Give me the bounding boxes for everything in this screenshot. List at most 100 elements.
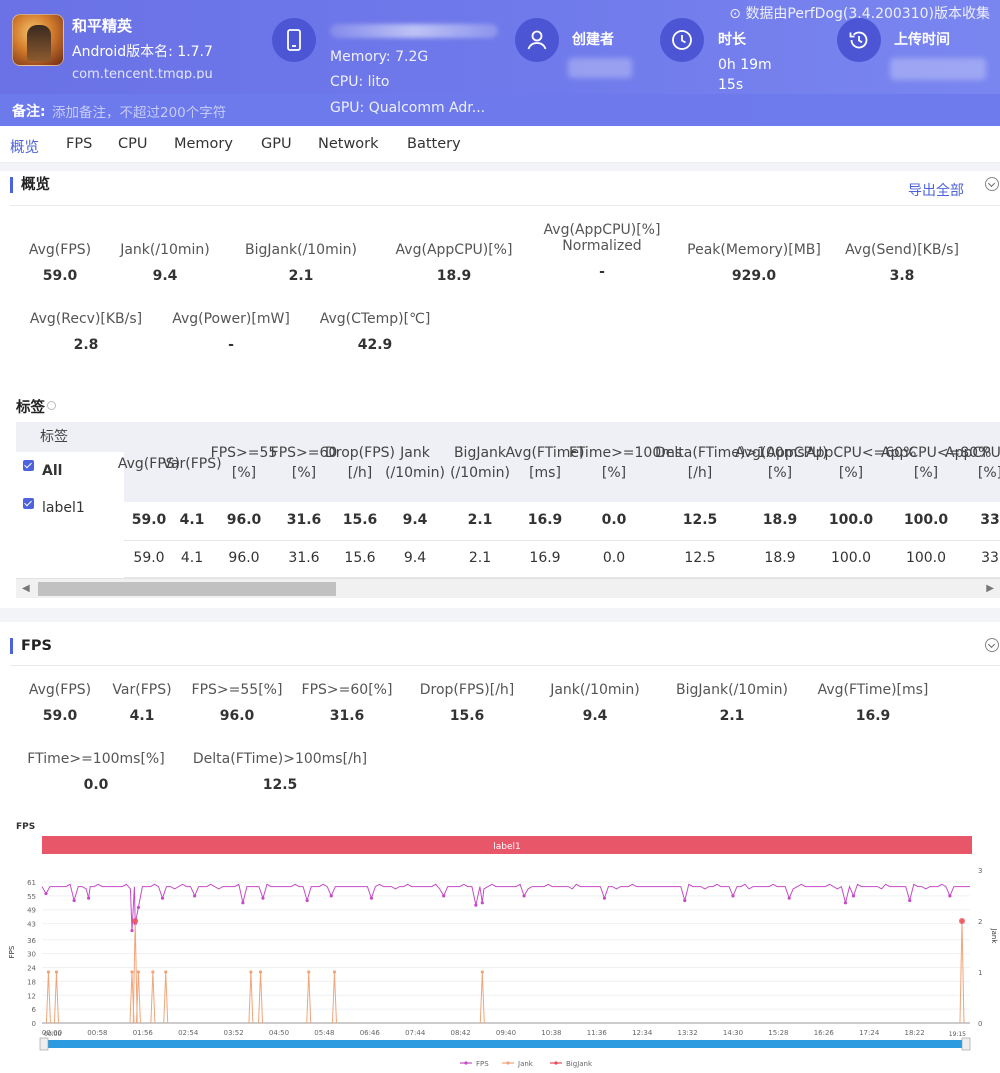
fps-point bbox=[261, 896, 265, 900]
x-tick-label: 11:36 bbox=[587, 1029, 608, 1037]
fps-point bbox=[160, 896, 165, 900]
tab-memory[interactable]: Memory bbox=[174, 136, 233, 152]
table-cell: 100.0 bbox=[905, 550, 947, 566]
jank-point bbox=[258, 970, 263, 974]
metric-label: FTime>=100ms[%] bbox=[27, 751, 165, 767]
phone-icon bbox=[272, 18, 316, 62]
jank-point bbox=[307, 970, 311, 974]
metric-label: Delta(FTime)>100ms[/h] bbox=[192, 751, 368, 767]
jank-point bbox=[130, 970, 134, 974]
fps-point bbox=[683, 898, 687, 903]
tab-gpu[interactable]: GPU bbox=[261, 136, 292, 152]
checkbox-label1[interactable] bbox=[23, 498, 34, 509]
y-tick-label: 36 bbox=[27, 937, 36, 945]
fps-point bbox=[948, 894, 952, 898]
tab-network[interactable]: Network bbox=[318, 136, 379, 152]
table-cell: 100.0 bbox=[828, 512, 874, 528]
y2-tick-label: 0 bbox=[978, 1020, 982, 1028]
y-tick-label: 43 bbox=[27, 921, 36, 929]
y-tick-label: 24 bbox=[27, 965, 36, 973]
note-input[interactable]: 添加备注，不超过200个字符 bbox=[52, 101, 226, 121]
metric-value: 12.5 bbox=[262, 777, 298, 793]
fps-chart: FPSlabel1061218243036434955610123FPSJank… bbox=[8, 822, 998, 1068]
tab-cpu[interactable]: CPU bbox=[118, 136, 147, 152]
x-tick-label: 01:56 bbox=[133, 1029, 154, 1037]
table-column-header-line: Delta(FTime)>100ms bbox=[655, 445, 805, 461]
history-icon bbox=[837, 18, 881, 62]
section-gap bbox=[0, 608, 1000, 622]
y2-tick-label: 2 bbox=[978, 918, 982, 926]
table-column-header[interactable]: AppCPU<=% [%] bbox=[945, 443, 1000, 483]
table-column-header[interactable]: FTime>=100ms [%] bbox=[569, 443, 682, 483]
x-tick-label: 04:50 bbox=[269, 1029, 289, 1037]
scroll-left-icon[interactable]: ◀ bbox=[22, 583, 30, 594]
x-tick-label: 03:52 bbox=[224, 1029, 244, 1037]
table-column-header[interactable]: Delta(FTime)>100ms [/h] bbox=[655, 443, 805, 483]
report-header: 和平精英 Android版本名: 1.7.7 com.tencent.tmgp.… bbox=[0, 0, 1000, 126]
x-tick-label: 02:54 bbox=[178, 1029, 199, 1037]
jank-point bbox=[332, 970, 337, 974]
label-bar-text: label1 bbox=[493, 842, 521, 852]
duration-value: 0h 19m bbox=[718, 57, 772, 73]
slider-start-label: 00:00 bbox=[44, 1031, 61, 1038]
fps-point bbox=[369, 896, 374, 900]
metric-label: Avg(Send)[KB/s] bbox=[845, 242, 959, 258]
collapse-fps-icon[interactable] bbox=[985, 638, 999, 652]
creator-blurred bbox=[568, 58, 632, 78]
jank-spike bbox=[959, 920, 965, 1024]
slider-handle-left bbox=[39, 1037, 49, 1051]
fps-metric: Delta(FTime)>100ms[/h] 12.5 bbox=[190, 751, 370, 793]
table-cell: 9.4 bbox=[403, 550, 427, 566]
jank-spike bbox=[258, 971, 264, 1024]
table-cell: 31.6 bbox=[286, 512, 322, 528]
table-cell: 15.6 bbox=[344, 550, 376, 566]
legend-marker bbox=[506, 1061, 510, 1065]
y-tick-label: 61 bbox=[27, 879, 36, 887]
scroll-right-icon[interactable]: ▶ bbox=[986, 583, 994, 594]
metric-label: Avg(CTemp)[℃] bbox=[319, 311, 431, 327]
y-tick-label: 30 bbox=[27, 951, 36, 959]
legend-marker bbox=[464, 1061, 468, 1065]
tags-title-text: 标签 bbox=[16, 400, 45, 416]
scrollbar-thumb[interactable] bbox=[38, 582, 336, 596]
bigjank-point bbox=[132, 918, 139, 924]
duration-label: 时长 bbox=[718, 32, 746, 48]
x-tick-label: 08:42 bbox=[451, 1029, 471, 1037]
section-gap bbox=[0, 163, 1000, 171]
legend-label: Jank bbox=[517, 1060, 534, 1068]
x-tick-label: 07:44 bbox=[405, 1029, 426, 1037]
table-horizontal-scrollbar[interactable]: ◀ ▶ bbox=[16, 578, 1000, 598]
divider bbox=[10, 205, 1000, 206]
fps-point bbox=[136, 905, 141, 910]
tab-overview[interactable]: 概览 bbox=[10, 136, 39, 157]
table-column-header-line: AppCPU<=% bbox=[945, 445, 1000, 461]
fps-point bbox=[843, 901, 848, 905]
fps-point bbox=[241, 901, 245, 905]
tag-all[interactable]: All bbox=[42, 463, 62, 479]
export-all-button[interactable]: 导出全部 bbox=[908, 180, 964, 200]
metric-value: 0.0 bbox=[83, 777, 109, 793]
fps-point bbox=[474, 903, 478, 907]
table-cell: 2.1 bbox=[467, 512, 493, 528]
table-cell: 12.5 bbox=[684, 550, 716, 566]
time-range-slider bbox=[42, 1040, 970, 1048]
upload-time-blurred bbox=[890, 58, 986, 80]
collapse-overview-icon[interactable] bbox=[985, 177, 999, 191]
tag-label1[interactable]: label1 bbox=[42, 500, 85, 516]
y-axis-label: FPS bbox=[8, 945, 16, 958]
jank-spike bbox=[53, 971, 59, 1024]
help-icon[interactable] bbox=[47, 401, 56, 410]
y-tick-label: 6 bbox=[32, 1006, 37, 1014]
table-cell: 33 bbox=[981, 550, 999, 566]
y2-tick-label: 1 bbox=[978, 969, 982, 977]
tab-fps[interactable]: FPS bbox=[66, 136, 92, 152]
tab-battery[interactable]: Battery bbox=[407, 136, 461, 152]
overview-metric: Avg(Send)[KB/s] 3.8 bbox=[812, 242, 992, 284]
jank-spike bbox=[248, 971, 254, 1024]
bigjank-point bbox=[958, 918, 965, 924]
checkbox-all[interactable] bbox=[23, 460, 34, 471]
x-tick-label: 15:28 bbox=[768, 1029, 788, 1037]
table-cell: 15.6 bbox=[342, 512, 378, 528]
table-cell: 31.6 bbox=[288, 550, 320, 566]
table-cell: 33 bbox=[980, 512, 1000, 528]
